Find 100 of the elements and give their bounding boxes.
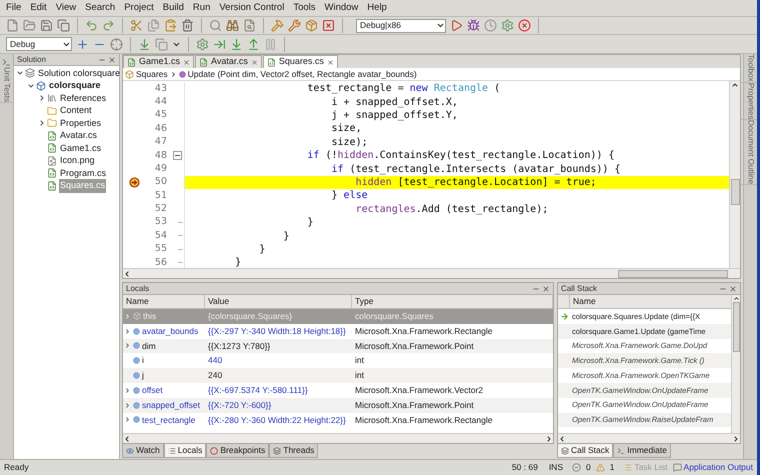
expander-icon[interactable]	[124, 328, 131, 335]
tree-item[interactable]: Content	[59, 104, 93, 118]
close-icon[interactable]	[250, 58, 258, 66]
expander-icon[interactable]	[124, 416, 131, 424]
column-header[interactable]: Type	[352, 295, 553, 308]
scrollbar-thumb[interactable]	[618, 270, 728, 278]
plus-icon[interactable]	[76, 38, 89, 50]
menu-item[interactable]: Version Control	[219, 0, 284, 16]
table-row[interactable]: dim {{X:1273 Y:780}} Microsoft.Xna.Framework.Point	[123, 338, 553, 354]
menu-item[interactable]: Build	[162, 0, 184, 16]
open-icon[interactable]	[23, 19, 36, 32]
table-row[interactable]: j 240 int	[123, 368, 553, 383]
gear-icon[interactable]	[501, 19, 514, 32]
pause-icon[interactable]	[264, 38, 277, 50]
wrench-icon[interactable]	[288, 19, 301, 32]
horizontal-scrollbar[interactable]	[123, 268, 740, 278]
scroll-right-icon[interactable]	[545, 434, 553, 442]
vertical-scrollbar[interactable]	[729, 81, 740, 268]
table-row[interactable]: test_rectangle {{X:-280 Y:-360 Width:22 Height:22}} Microsoft.Xna.Framework.Rectangle	[123, 412, 553, 428]
tree-item[interactable]: Icon.png	[59, 154, 96, 168]
pad-tab[interactable]: Breakpoints	[206, 444, 270, 458]
pad-tab[interactable]: Threads	[269, 444, 318, 458]
configuration-dropdown[interactable]: Debug|x86	[356, 18, 446, 32]
menu-item[interactable]: Search	[85, 0, 116, 16]
target-icon[interactable]	[110, 38, 123, 50]
debug-icon[interactable]	[467, 19, 480, 32]
step-icon[interactable]	[138, 38, 151, 50]
side-pad-tab[interactable]: Properties	[740, 82, 757, 120]
application-output-button[interactable]: Application Output	[672, 461, 753, 474]
close-icon[interactable]	[326, 58, 334, 66]
step-into-icon[interactable]	[230, 38, 243, 50]
menu-item[interactable]: View	[56, 0, 76, 16]
stop-icon[interactable]	[518, 19, 531, 32]
close-icon[interactable]	[183, 58, 190, 66]
scroll-left-icon[interactable]	[123, 270, 131, 278]
copy-icon[interactable]	[147, 19, 160, 32]
save-all-icon[interactable]	[57, 19, 70, 32]
redo-icon[interactable]	[102, 19, 115, 32]
menu-item[interactable]: Help	[367, 0, 387, 16]
expander-icon[interactable]	[124, 386, 131, 394]
pad-tab[interactable]: Call Stack	[557, 444, 614, 458]
tree-item[interactable]: Solution colorsquare	[37, 66, 122, 80]
step-out-icon[interactable]	[247, 38, 260, 50]
step-over-icon[interactable]	[213, 38, 226, 50]
horizontal-scrollbar[interactable]	[123, 433, 553, 443]
scroll-left-icon[interactable]	[123, 434, 131, 442]
tree-item[interactable]: Properties	[59, 116, 102, 130]
save-icon[interactable]	[40, 19, 53, 32]
pages-icon[interactable]	[155, 38, 168, 50]
scroll-up-icon[interactable]	[731, 81, 739, 89]
tree-item[interactable]: Program.cs	[59, 166, 108, 180]
close-icon[interactable]	[729, 284, 737, 292]
delete-icon[interactable]	[181, 19, 194, 32]
column-header[interactable]: Value	[205, 295, 352, 308]
pad-tab[interactable]: Watch	[122, 444, 164, 458]
column-header[interactable]: Name	[123, 295, 205, 308]
tree-item[interactable]: Avatar.cs	[59, 129, 98, 142]
find-file-icon[interactable]	[243, 19, 256, 32]
menu-item[interactable]: File	[6, 0, 22, 16]
expander-icon[interactable]	[124, 342, 131, 350]
expander-icon[interactable]	[27, 82, 35, 90]
menu-item[interactable]: Run	[192, 0, 210, 16]
pad-tab[interactable]: Locals	[164, 444, 206, 458]
search-icon[interactable]	[209, 19, 222, 32]
menu-item[interactable]: Edit	[30, 0, 47, 16]
side-pad-tab[interactable]: Toolbox	[740, 54, 757, 83]
menu-item[interactable]: Project	[124, 0, 154, 16]
expander-icon[interactable]	[124, 402, 131, 409]
close-icon[interactable]	[542, 284, 550, 292]
horizontal-scrollbar[interactable]	[558, 433, 740, 443]
close-icon[interactable]	[108, 56, 116, 64]
binoculars-icon[interactable]	[226, 19, 239, 32]
tree-item[interactable]: colorsquare	[48, 79, 102, 92]
cut-icon[interactable]	[130, 19, 143, 32]
new-file-icon[interactable]	[6, 19, 19, 32]
breadcrumb-item[interactable]: Update (Point dim, Vector2 offset, Rectangle avatar_bounds)	[188, 68, 417, 80]
clock-icon[interactable]	[484, 19, 497, 32]
undo-icon[interactable]	[85, 19, 98, 32]
tree-item[interactable]: Game1.cs	[59, 142, 102, 155]
tree-item[interactable]: References	[59, 92, 108, 105]
run-icon[interactable]	[450, 19, 463, 32]
vertical-scrollbar[interactable]	[731, 295, 740, 433]
menu-item[interactable]: Tools	[293, 0, 316, 16]
gear-icon[interactable]	[196, 38, 209, 50]
mode-dropdown[interactable]: Debug	[6, 37, 72, 51]
editor-tab[interactable]: Squares.cs	[262, 55, 338, 68]
breadcrumb-item[interactable]: Squares	[136, 68, 168, 80]
scroll-left-icon[interactable]	[558, 434, 566, 442]
scroll-up-icon[interactable]	[732, 295, 740, 302]
scrollbar-thumb[interactable]	[732, 302, 740, 352]
hammer-icon[interactable]	[271, 19, 284, 32]
side-pad-tab[interactable]: Document Outline	[740, 120, 757, 186]
scrollbar-thumb[interactable]	[730, 179, 740, 205]
pad-tab[interactable]: Immediate	[613, 444, 671, 458]
paste-icon[interactable]	[164, 19, 177, 32]
scroll-right-icon[interactable]	[732, 434, 740, 442]
expander-icon[interactable]	[16, 69, 24, 78]
expander-icon[interactable]	[38, 94, 46, 102]
package-icon[interactable]	[305, 19, 318, 32]
editor-tab[interactable]: Avatar.cs	[195, 55, 262, 68]
